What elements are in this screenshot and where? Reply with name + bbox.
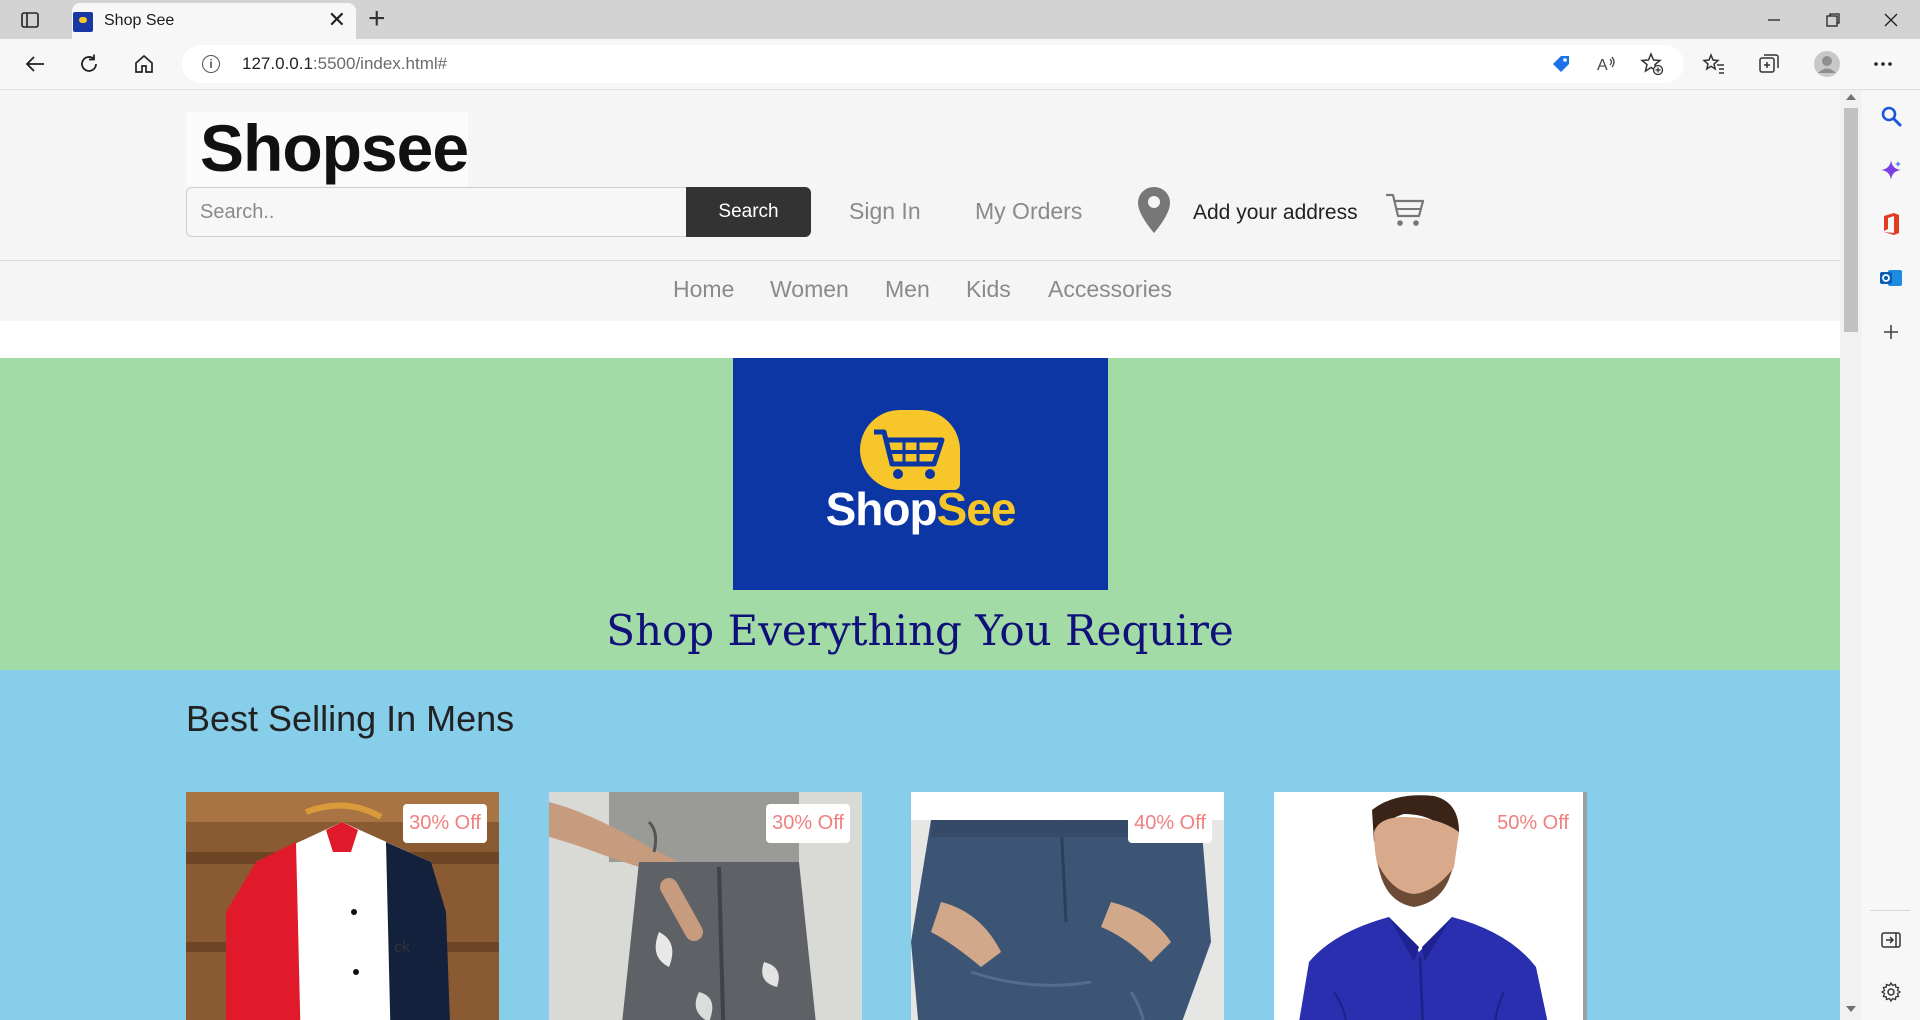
discount-badge: 50% Off — [1491, 804, 1575, 843]
collections-icon[interactable] — [1754, 49, 1784, 79]
product-card[interactable]: ck 30% Off — [186, 792, 499, 1020]
nav-kids[interactable]: Kids — [966, 276, 1011, 303]
sign-in-link[interactable]: Sign In — [849, 198, 921, 225]
search-button[interactable]: Search — [686, 187, 811, 237]
product-card[interactable]: 30% Off — [549, 792, 862, 1020]
my-orders-link[interactable]: My Orders — [975, 198, 1082, 225]
sidebar-settings-gear-icon[interactable] — [1879, 980, 1903, 1004]
best-selling-section: Best Selling In Mens ck 30% Off 30% Off … — [0, 670, 1840, 1020]
browser-tab[interactable]: Shop See ✕ — [72, 3, 356, 39]
browser-toolbar: i 127.0.0.1:5500/index.html# A — [0, 39, 1920, 90]
address-link[interactable]: Add your address — [1193, 201, 1358, 225]
svg-text:ck: ck — [394, 939, 411, 956]
site-info-icon[interactable]: i — [202, 55, 220, 73]
shopping-bag-icon — [860, 410, 960, 490]
scroll-down-arrow-icon[interactable] — [1846, 1006, 1856, 1012]
back-arrow-icon[interactable] — [20, 49, 50, 79]
url-text: 127.0.0.1:5500/index.html# — [242, 54, 448, 73]
site-logo[interactable]: Shopsee — [186, 111, 469, 186]
svg-text:A: A — [1597, 57, 1608, 74]
page-viewport: Shopsee Search Sign In My Orders Add you… — [0, 90, 1840, 1020]
tab-actions-icon[interactable] — [14, 8, 46, 32]
copilot-sparkle-icon[interactable] — [1879, 158, 1903, 182]
office-icon[interactable] — [1879, 212, 1903, 236]
location-pin-icon[interactable] — [1137, 186, 1171, 234]
logo-text: Shopsee — [200, 111, 469, 185]
hero-banner: ShopSee Shop Everything You Require — [0, 358, 1840, 670]
read-aloud-icon[interactable]: A — [1592, 49, 1622, 79]
cart-icon[interactable] — [1385, 192, 1425, 228]
home-icon[interactable] — [129, 49, 159, 79]
scroll-up-arrow-icon[interactable] — [1846, 94, 1856, 100]
outlook-icon[interactable] — [1879, 266, 1903, 290]
product-card[interactable]: 40% Off — [911, 792, 1224, 1020]
close-window-icon[interactable] — [1871, 6, 1911, 34]
browser-sidebar — [1862, 90, 1920, 1020]
hero-brand-text: ShopSee — [825, 483, 1017, 535]
shopsee-brand-logo: ShopSee — [733, 358, 1108, 590]
shopsee-favicon-icon — [73, 12, 93, 32]
new-tab-icon[interactable]: + — [368, 4, 386, 34]
nav-men[interactable]: Men — [885, 276, 930, 303]
nav-home[interactable]: Home — [673, 276, 734, 303]
sidebar-divider — [1870, 910, 1910, 911]
scroll-thumb[interactable] — [1844, 108, 1858, 332]
discount-badge: 30% Off — [403, 804, 487, 843]
section-title: Best Selling In Mens — [186, 698, 515, 739]
nav-accessories[interactable]: Accessories — [1048, 276, 1172, 303]
minimize-icon[interactable] — [1754, 6, 1794, 34]
discount-badge: 40% Off — [1128, 804, 1212, 843]
tab-close-icon[interactable]: ✕ — [328, 8, 346, 32]
site-header: Shopsee Search Sign In My Orders Add you… — [0, 90, 1840, 261]
hide-sidebar-icon[interactable] — [1879, 928, 1903, 952]
category-nav: Home Women Men Kids Accessories — [0, 261, 1840, 321]
tab-title: Shop See — [104, 12, 175, 29]
refresh-icon[interactable] — [74, 49, 104, 79]
more-menu-icon[interactable] — [1868, 49, 1898, 79]
page-scrollbar[interactable] — [1840, 90, 1862, 1020]
favorites-icon[interactable] — [1699, 49, 1729, 79]
discount-badge: 30% Off — [766, 804, 850, 843]
sidebar-search-icon[interactable] — [1879, 104, 1903, 128]
restore-icon[interactable] — [1813, 6, 1853, 34]
address-bar[interactable]: i 127.0.0.1:5500/index.html# — [182, 45, 1684, 83]
shopping-tag-icon[interactable] — [1546, 49, 1576, 79]
product-card[interactable]: 50% Off — [1274, 792, 1587, 1020]
profile-avatar-icon[interactable] — [1812, 49, 1842, 79]
sidebar-add-icon[interactable] — [1879, 320, 1903, 344]
nav-women[interactable]: Women — [770, 276, 849, 303]
hero-tagline: Shop Everything You Require — [606, 606, 1234, 655]
add-favorite-icon[interactable] — [1637, 49, 1667, 79]
browser-tab-bar: Shop See ✕ + — [0, 0, 1920, 39]
search-input[interactable] — [186, 187, 686, 237]
